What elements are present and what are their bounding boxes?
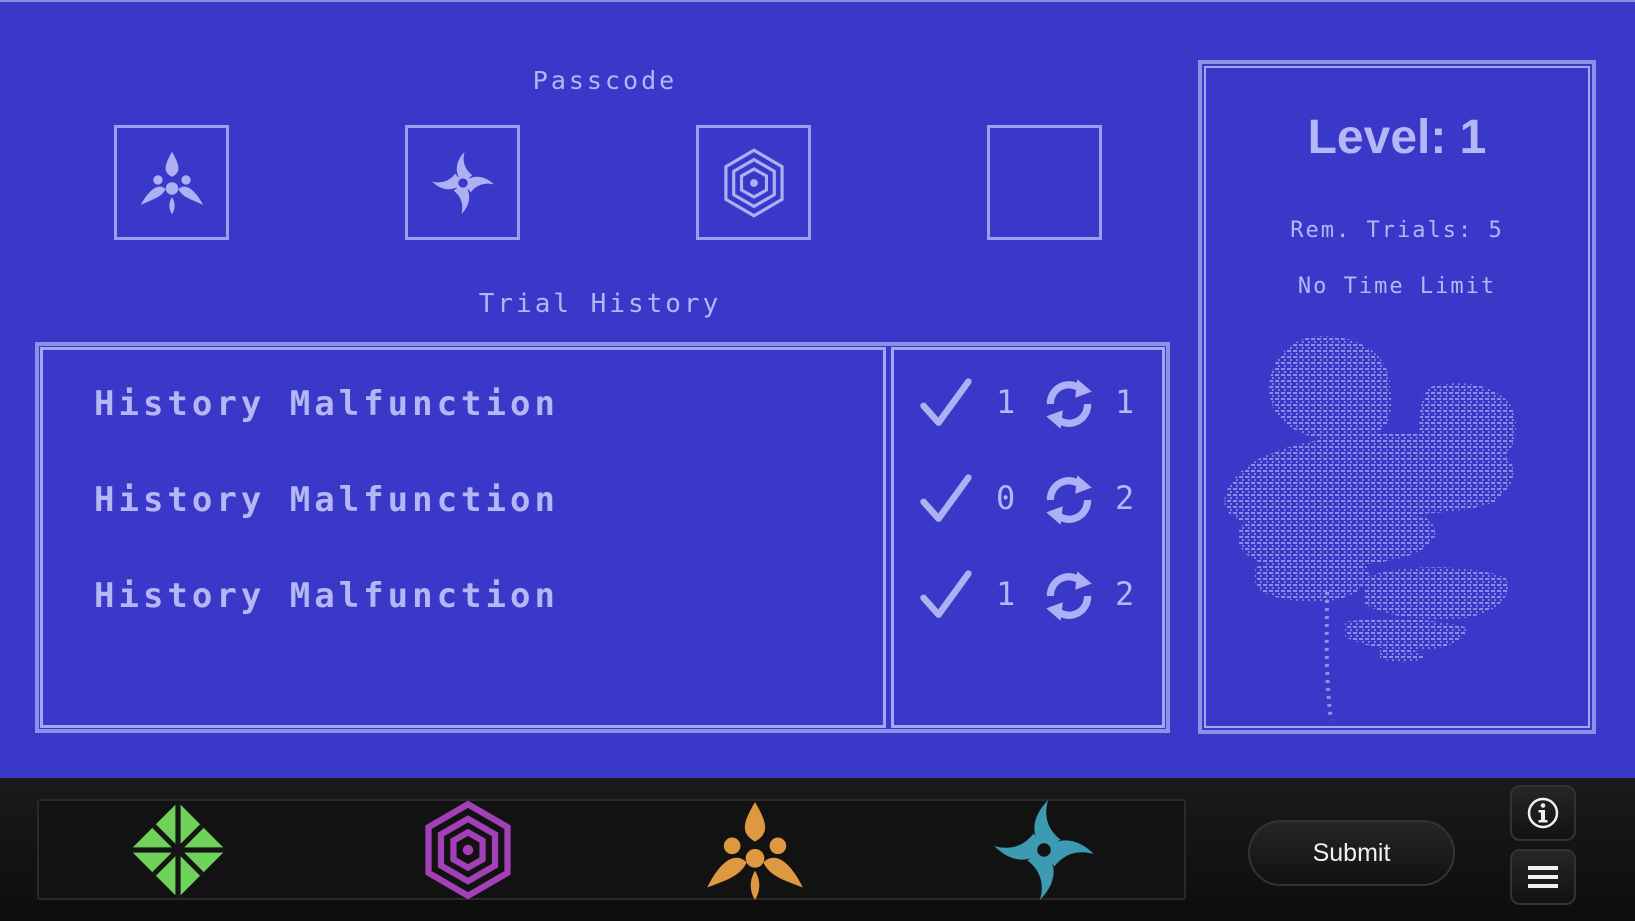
passcode-slot-3[interactable] — [696, 125, 811, 240]
info-icon — [1527, 797, 1559, 829]
top-edge-line — [0, 0, 1635, 2]
row-3-correct-count: 1 — [996, 575, 1016, 613]
history-row-1-text: History Malfunction — [94, 384, 559, 424]
passcode-slot-2[interactable] — [405, 125, 520, 240]
history-row-2-text: History Malfunction — [94, 480, 559, 520]
row-1-misplaced-count: 1 — [1115, 383, 1135, 421]
hexagon-icon — [723, 147, 784, 218]
history-row-3-text: History Malfunction — [94, 576, 559, 616]
orange-flower-icon[interactable] — [703, 798, 807, 902]
green-diamond-icon[interactable] — [126, 798, 230, 902]
row-3-misplaced-count: 2 — [1115, 575, 1135, 613]
purple-hexagon-icon[interactable] — [416, 798, 520, 902]
cycle-icon — [1046, 379, 1092, 429]
passcode-slot-4[interactable] — [987, 125, 1102, 240]
swirl-icon — [431, 151, 494, 214]
info-button[interactable] — [1510, 785, 1576, 841]
remaining-trials: Rem. Trials: 5 — [1290, 218, 1504, 243]
time-limit: No Time Limit — [1297, 274, 1497, 299]
menu-button[interactable] — [1510, 849, 1576, 905]
cycle-icon — [1046, 571, 1092, 621]
check-icon — [920, 474, 972, 522]
passcode-slot-1[interactable] — [114, 125, 229, 240]
cycle-icon — [1046, 475, 1092, 525]
level-label: Level: 1 — [1307, 111, 1487, 164]
trial-history-title: Trial History — [478, 289, 722, 319]
passcode-title: Passcode — [532, 66, 678, 95]
check-icon — [920, 378, 972, 426]
ascii-tree-art — [1224, 336, 1516, 721]
flower-icon — [140, 151, 203, 214]
row-2-misplaced-count: 2 — [1115, 479, 1135, 517]
teal-swirl-icon[interactable] — [992, 798, 1096, 902]
row-1-correct-count: 1 — [996, 383, 1016, 421]
row-2-correct-count: 0 — [996, 479, 1016, 517]
menu-icon — [1528, 866, 1558, 888]
check-icon — [920, 570, 972, 618]
submit-button[interactable]: Submit — [1248, 820, 1455, 886]
